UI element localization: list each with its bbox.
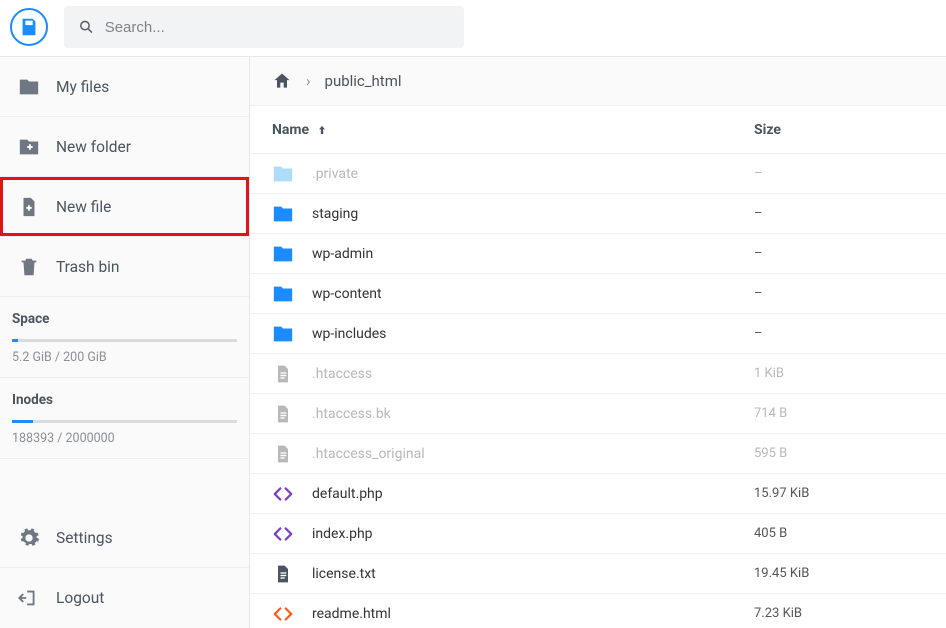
table-header: Name Size [250, 106, 946, 154]
file-size: – [754, 206, 924, 221]
chevron-right-icon: › [306, 72, 311, 90]
file-icon [272, 363, 294, 385]
sidebar: My files New folder New file Trash bin S… [0, 57, 250, 628]
file-size: 7.23 KiB [754, 606, 924, 621]
file-size: – [754, 286, 924, 301]
home-icon[interactable] [272, 71, 292, 91]
file-table: Name Size .private–staging–wp-admin–wp-c… [250, 106, 946, 628]
col-size-header[interactable]: Size [754, 122, 924, 138]
sidebar-item-new-folder[interactable]: New folder [0, 117, 249, 177]
file-name: staging [312, 206, 358, 222]
breadcrumb-segment[interactable]: public_html [325, 72, 402, 90]
sidebar-item-label: Logout [56, 589, 104, 607]
code-icon [272, 603, 294, 625]
sidebar-item-label: My files [56, 78, 109, 96]
table-row[interactable]: .htaccess.bk 714 B [250, 394, 946, 434]
folder-icon [272, 203, 294, 225]
file-size: 15.97 KiB [754, 486, 924, 501]
search-box[interactable] [64, 6, 464, 48]
space-title: Space [12, 311, 237, 327]
file-name: wp-includes [312, 326, 386, 342]
table-row[interactable]: wp-admin – [250, 234, 946, 274]
table-row[interactable]: index.php 405 B [250, 514, 946, 554]
breadcrumb: › public_html [250, 57, 946, 106]
sidebar-item-new-file[interactable]: New file [0, 177, 249, 237]
topbar [0, 0, 946, 57]
inodes-progress [12, 420, 237, 423]
table-row[interactable]: staging – [250, 194, 946, 234]
file-name: wp-admin [312, 246, 373, 262]
table-row[interactable]: wp-includes – [250, 314, 946, 354]
table-row[interactable]: readme.html 7.23 KiB [250, 594, 946, 628]
file-name: index.php [312, 526, 373, 542]
file-name: wp-content [312, 286, 382, 302]
inodes-title: Inodes [12, 392, 237, 408]
code-icon [272, 483, 294, 505]
folder-icon [272, 163, 294, 185]
sort-asc-icon [315, 123, 329, 137]
save-icon [18, 16, 40, 38]
file-size: 595 B [754, 446, 924, 461]
inodes-usage: Inodes 188393 / 2000000 [0, 378, 249, 459]
sidebar-item-logout[interactable]: Logout [0, 568, 249, 628]
table-row[interactable]: .htaccess 1 KiB [250, 354, 946, 394]
space-usage: Space 5.2 GiB / 200 GiB [0, 297, 249, 378]
file-size: – [754, 326, 924, 341]
file-name: readme.html [312, 606, 391, 622]
gear-icon [18, 527, 40, 549]
file-icon [272, 563, 294, 585]
table-row[interactable]: default.php 15.97 KiB [250, 474, 946, 514]
table-row[interactable]: license.txt 19.45 KiB [250, 554, 946, 594]
table-row[interactable]: wp-content – [250, 274, 946, 314]
main-panel: › public_html Name Size .private–staging… [250, 57, 946, 628]
table-row[interactable]: .htaccess_original 595 B [250, 434, 946, 474]
sidebar-item-settings[interactable]: Settings [0, 508, 249, 568]
trash-icon [18, 256, 40, 278]
file-size: – [754, 166, 924, 181]
file-plus-icon [18, 196, 40, 218]
search-input[interactable] [105, 19, 450, 36]
search-icon [78, 18, 95, 36]
sidebar-item-label: New folder [56, 138, 131, 156]
file-name: .private [312, 166, 358, 182]
file-name: .htaccess.bk [312, 406, 391, 422]
sidebar-item-label: New file [56, 198, 111, 216]
space-stat: 5.2 GiB / 200 GiB [12, 350, 237, 365]
logout-icon [18, 587, 40, 609]
file-name: default.php [312, 486, 383, 502]
file-size: 1 KiB [754, 366, 924, 381]
sidebar-item-my-files[interactable]: My files [0, 57, 249, 117]
table-row[interactable]: .private – [250, 154, 946, 194]
folder-icon [18, 76, 40, 98]
app-logo[interactable] [10, 8, 48, 46]
code-icon [272, 523, 294, 545]
file-icon [272, 403, 294, 425]
file-name: .htaccess_original [312, 446, 425, 462]
file-size: 405 B [754, 526, 924, 541]
sidebar-item-trash[interactable]: Trash bin [0, 237, 249, 297]
space-progress [12, 339, 237, 342]
folder-icon [272, 243, 294, 265]
sidebar-item-label: Trash bin [56, 258, 119, 276]
sidebar-item-label: Settings [56, 529, 113, 547]
inodes-stat: 188393 / 2000000 [12, 431, 237, 446]
folder-icon [272, 283, 294, 305]
file-size: 714 B [754, 406, 924, 421]
folder-plus-icon [18, 136, 40, 158]
file-icon [272, 443, 294, 465]
folder-icon [272, 323, 294, 345]
file-size: – [754, 246, 924, 261]
file-size: 19.45 KiB [754, 566, 924, 581]
file-name: .htaccess [312, 366, 372, 382]
col-name-header[interactable]: Name [272, 122, 754, 138]
file-name: license.txt [312, 566, 376, 582]
